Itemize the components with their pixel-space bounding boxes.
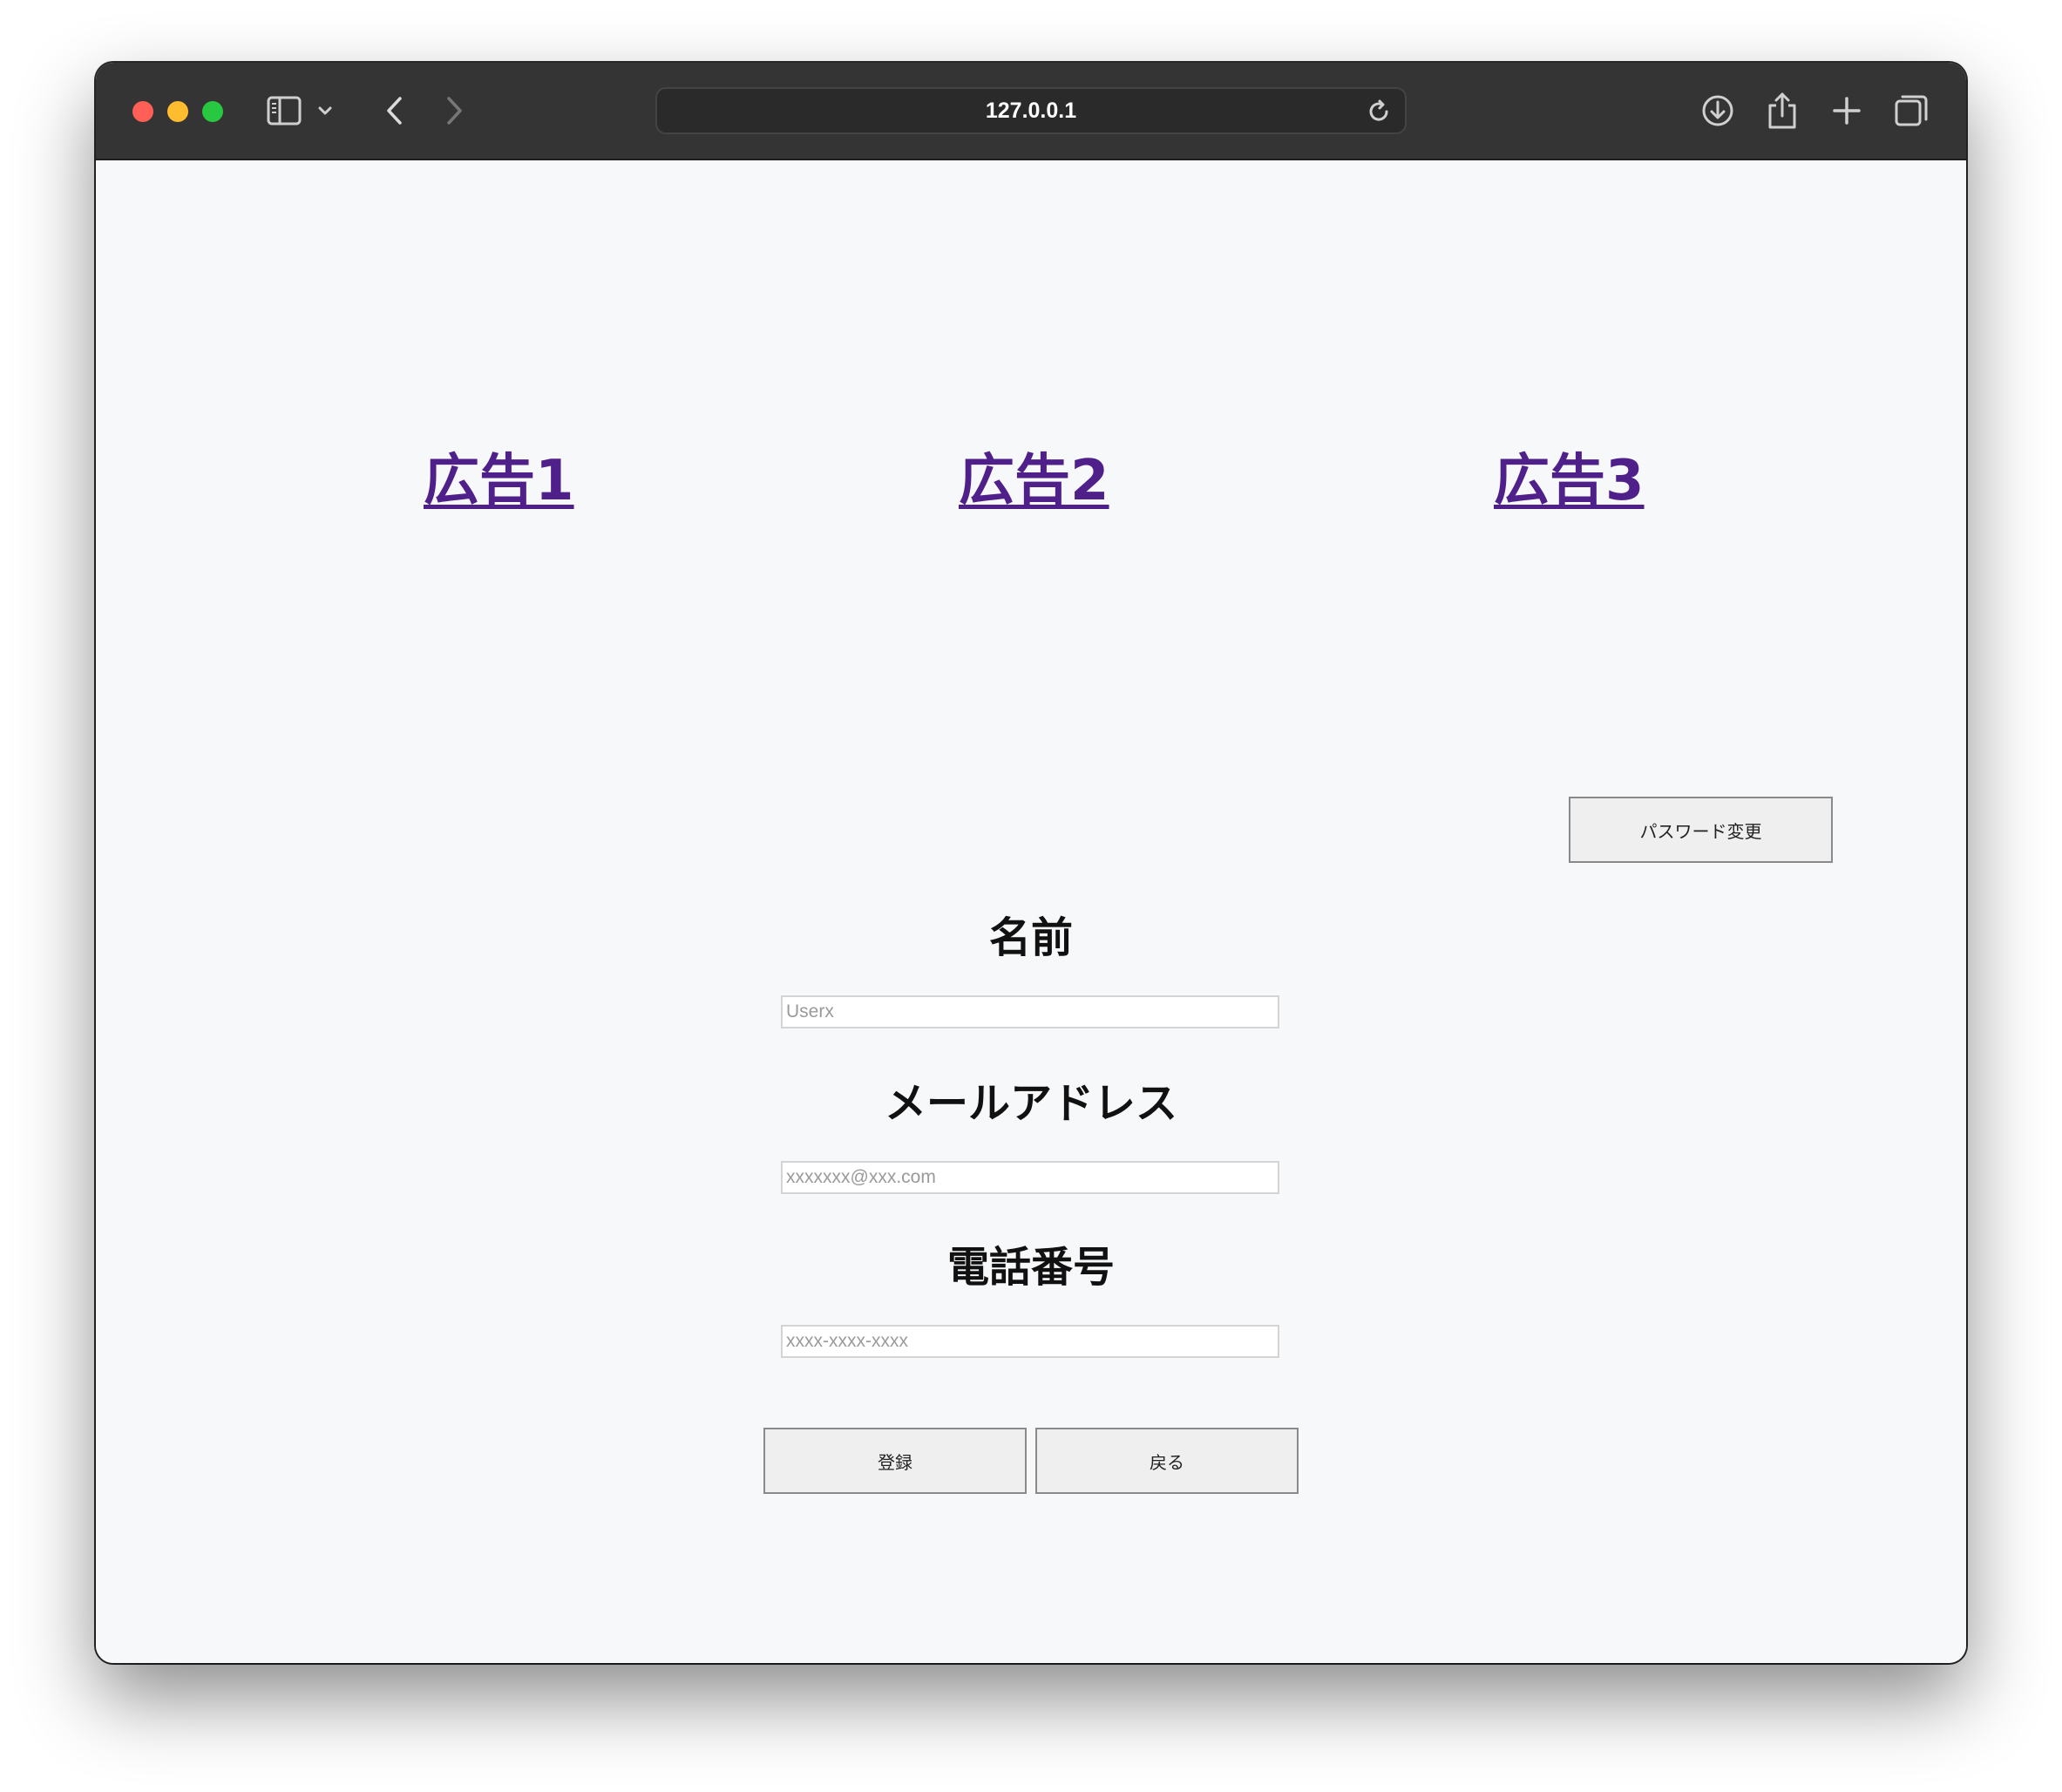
browser-window: 127.0.0.1 広告1 広告2 広告3 パスワード変更 名前 Userx メ… [96,63,1966,1663]
sidebar-icon[interactable] [262,89,306,132]
download-icon[interactable] [1696,89,1740,132]
url-text: 127.0.0.1 [985,98,1077,123]
zoom-window-button[interactable] [202,101,223,122]
ad-link-1[interactable]: 広告1 [424,436,574,516]
share-icon[interactable] [1760,89,1804,132]
browser-titlebar: 127.0.0.1 [96,63,1966,160]
email-input[interactable] [781,1161,1279,1194]
ad-link-3[interactable]: 広告3 [1494,436,1645,516]
close-window-button[interactable] [132,101,153,122]
reload-icon[interactable] [1365,98,1393,126]
name-label: 名前 [988,913,1073,962]
tab-overview-icon[interactable] [1889,89,1933,132]
address-bar[interactable]: 127.0.0.1 [655,87,1407,134]
password-change-button[interactable]: パスワード変更 [1569,797,1833,863]
name-input[interactable] [781,995,1279,1028]
page-content: 広告1 広告2 広告3 パスワード変更 名前 メールアドレス 電話番号 登録 戻… [96,160,1966,1663]
email-label: メールアドレス [884,1079,1177,1128]
back-button[interactable]: 戻る [1035,1428,1299,1494]
chevron-down-icon[interactable] [312,89,338,132]
minimize-window-button[interactable] [167,101,188,122]
phone-input[interactable] [781,1325,1279,1358]
forward-arrow-icon[interactable] [432,89,476,132]
submit-button[interactable]: 登録 [763,1428,1027,1494]
plus-icon[interactable] [1825,89,1869,132]
ad-link-2[interactable]: 広告2 [959,436,1109,516]
back-arrow-icon[interactable] [373,89,417,132]
phone-label: 電話番号 [946,1243,1115,1292]
